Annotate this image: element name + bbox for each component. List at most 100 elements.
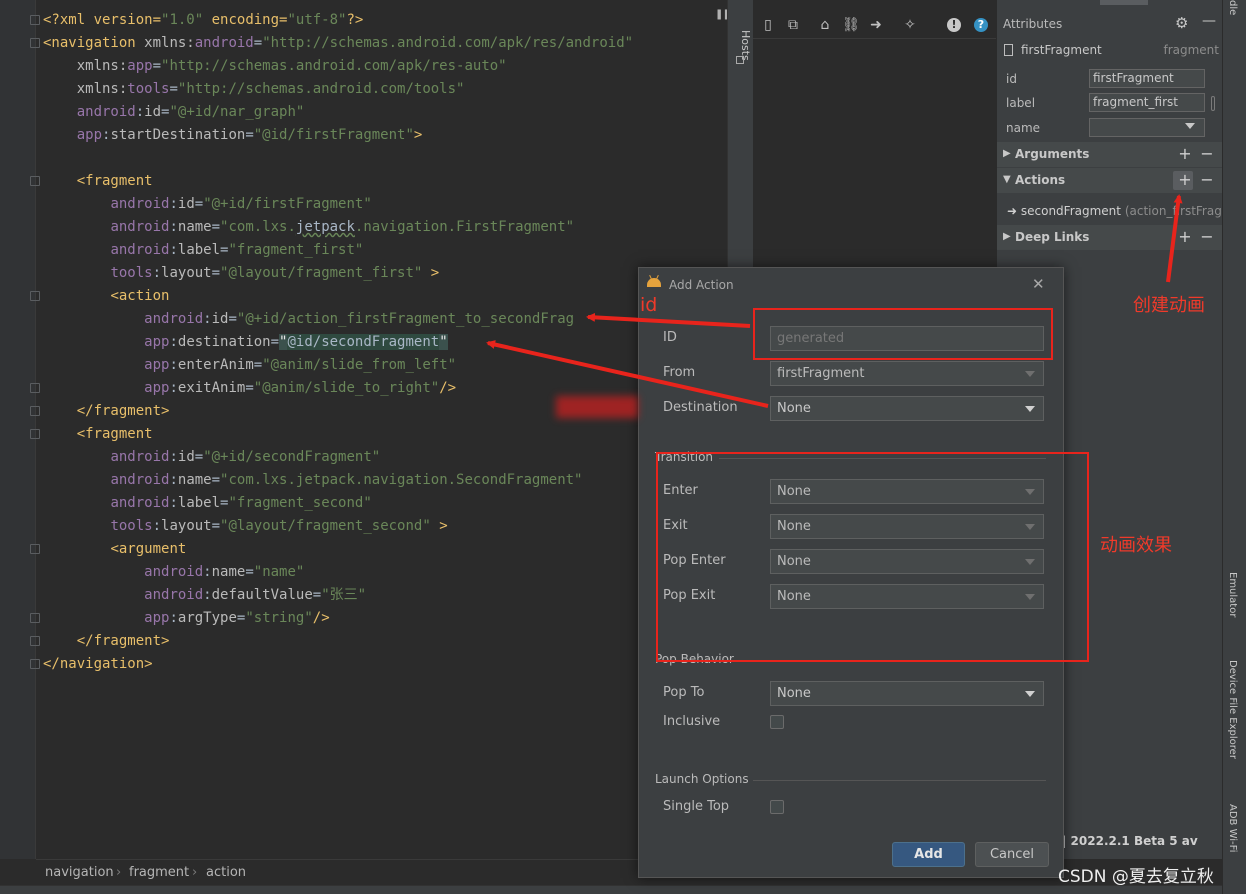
new-destination-icon[interactable]: ▯ — [759, 16, 777, 34]
attr-id-field[interactable]: firstFragment — [1089, 69, 1205, 88]
fold-marker-icon[interactable] — [30, 406, 40, 416]
code-line[interactable]: <action — [43, 285, 169, 308]
action-list-item[interactable]: ➜ secondFragment (action_firstFragr — [1007, 204, 1227, 218]
code-line[interactable]: android:id="@+id/firstFragment" — [43, 193, 371, 216]
minimize-icon[interactable]: — — [1202, 13, 1216, 29]
code-line[interactable]: android:name="name" — [43, 561, 304, 584]
label-expand-handle[interactable] — [1211, 96, 1215, 111]
code-token: app — [144, 334, 170, 350]
actions-section[interactable]: ▼ Actions + − — [997, 168, 1223, 193]
adb-wifi-tab[interactable]: ADB Wi-Fi — [1227, 804, 1238, 852]
fold-marker-icon[interactable] — [30, 15, 40, 25]
code-line[interactable]: <?xml version="1.0" encoding="utf-8"?> — [43, 9, 363, 32]
code-line[interactable]: xmlns:tools="http://schemas.android.com/… — [43, 78, 465, 101]
help-icon[interactable]: ? — [974, 18, 988, 32]
breadcrumb-fragment[interactable]: fragment — [129, 865, 189, 880]
device-file-explorer-tab[interactable]: Device File Explorer — [1227, 660, 1238, 759]
action-id: (action_firstFragr — [1124, 204, 1227, 218]
warning-icon[interactable]: ! — [947, 18, 961, 32]
code-token: = — [245, 127, 254, 143]
right-tool-strip: dle Emulator Device File Explorer ADB Wi… — [1222, 0, 1246, 894]
fold-marker-icon[interactable] — [30, 383, 40, 393]
chevron-right-icon[interactable]: ▶ — [1003, 148, 1011, 159]
auto-arrange-icon[interactable]: ✧ — [901, 16, 919, 34]
single-top-checkbox[interactable] — [770, 800, 784, 814]
fold-marker-icon[interactable] — [30, 613, 40, 623]
breadcrumb-action[interactable]: action — [206, 865, 246, 880]
fold-marker-icon[interactable] — [30, 429, 40, 439]
fold-marker-icon[interactable] — [30, 659, 40, 669]
inclusive-checkbox[interactable] — [770, 715, 784, 729]
code-line[interactable]: </fragment> — [43, 400, 170, 423]
code-token: "@id/firstFragment" — [253, 127, 414, 143]
code-line[interactable]: <navigation xmlns:android="http://schema… — [43, 32, 633, 55]
code-line[interactable]: </fragment> — [43, 630, 170, 653]
code-line[interactable]: app:argType="string"/> — [43, 607, 329, 630]
xml-editor[interactable]: <?xml version="1.0" encoding="utf-8"?> <n… — [0, 0, 731, 859]
remove-deep-link-icon[interactable]: − — [1198, 227, 1216, 246]
code-line[interactable]: app:exitAnim="@anim/slide_to_right"/> — [43, 377, 456, 400]
chevron-right-icon[interactable]: ▶ — [1003, 231, 1011, 242]
code-line[interactable]: app:destination="@id/secondFragment" — [43, 331, 448, 354]
home-icon[interactable]: ⌂ — [816, 16, 834, 34]
code-line[interactable]: <argument — [43, 538, 186, 561]
code-line[interactable]: <fragment — [43, 423, 153, 446]
chevron-down-icon[interactable]: ▼ — [1003, 174, 1011, 185]
fold-marker-icon[interactable] — [30, 544, 40, 554]
code-line[interactable]: </navigation> — [43, 653, 153, 676]
remove-action-icon[interactable]: − — [1198, 170, 1216, 189]
add-button[interactable]: Add — [892, 842, 965, 867]
from-dropdown[interactable]: firstFragment — [770, 361, 1044, 386]
code-line[interactable]: app:enterAnim="@anim/slide_from_left" — [43, 354, 456, 377]
destination-dropdown[interactable]: None — [770, 396, 1044, 421]
add-action-icon[interactable]: + — [1176, 170, 1194, 189]
code-line[interactable]: android:label="fragment_first" — [43, 239, 363, 262]
code-token: : — [169, 472, 178, 488]
remove-argument-icon[interactable]: − — [1198, 144, 1216, 163]
code-token: : — [169, 196, 178, 212]
code-token: name — [211, 564, 246, 580]
code-line[interactable]: android:id="@+id/action_firstFragment_to… — [43, 308, 574, 331]
code-line[interactable]: tools:layout="@layout/fragment_second" > — [43, 515, 447, 538]
code-line[interactable]: android:id="@+id/nar_graph" — [43, 101, 305, 124]
code-token: xmlns: — [76, 81, 128, 97]
fold-marker-icon[interactable] — [30, 636, 40, 646]
code-token: : — [169, 242, 178, 258]
code-line[interactable]: android:id="@+id/secondFragment" — [43, 446, 380, 469]
code-token: android — [110, 495, 170, 511]
arguments-section[interactable]: ▶ Arguments + − — [997, 142, 1223, 167]
gear-icon[interactable]: ⚙ — [1175, 14, 1188, 32]
deep-links-section[interactable]: ▶ Deep Links + − — [997, 225, 1223, 250]
code-token: = — [211, 472, 221, 488]
arrow-right-icon[interactable]: ➜ — [867, 16, 885, 34]
code-line[interactable]: android:defaultValue="张三" — [43, 584, 366, 607]
code-line[interactable]: android:label="fragment_second" — [43, 492, 371, 515]
fold-marker-icon[interactable] — [30, 291, 40, 301]
add-argument-icon[interactable]: + — [1176, 144, 1194, 163]
code-line[interactable]: tools:layout="@layout/fragment_first" > — [43, 262, 439, 285]
code-line[interactable]: <fragment — [43, 170, 153, 193]
code-token: = — [211, 265, 221, 281]
hosts-icon — [736, 56, 744, 64]
pop-to-dropdown[interactable]: None — [770, 681, 1044, 706]
code-line[interactable]: android:name="com.lxs.jetpack.navigation… — [43, 469, 582, 492]
gradle-tab[interactable]: dle — [1227, 0, 1238, 15]
close-icon[interactable]: ✕ — [1032, 275, 1045, 293]
breadcrumb-navigation[interactable]: navigation — [45, 865, 114, 880]
nested-graph-icon[interactable]: ⧉ — [784, 16, 802, 34]
code-token: /> — [439, 380, 457, 396]
cancel-button[interactable]: Cancel — [975, 842, 1049, 867]
link-icon[interactable]: ⛓ — [842, 16, 860, 34]
attributes-title: Attributes — [1003, 17, 1063, 31]
emulator-tab[interactable]: Emulator — [1227, 572, 1238, 617]
chevron-down-icon[interactable] — [1185, 123, 1195, 129]
code-line[interactable]: android:name="com.lxs.jetpack.navigation… — [43, 216, 574, 239]
code-line[interactable]: app:startDestination="@id/firstFragment"… — [43, 124, 423, 147]
add-deep-link-icon[interactable]: + — [1176, 227, 1194, 246]
fold-marker-icon[interactable] — [30, 176, 40, 186]
code-line[interactable]: xmlns:app="http://schemas.android.com/ap… — [43, 55, 507, 78]
attr-label-field[interactable]: fragment_first — [1089, 93, 1205, 112]
code-token: "@layout/fragment_first" — [220, 265, 423, 281]
fold-marker-icon[interactable] — [30, 38, 40, 48]
